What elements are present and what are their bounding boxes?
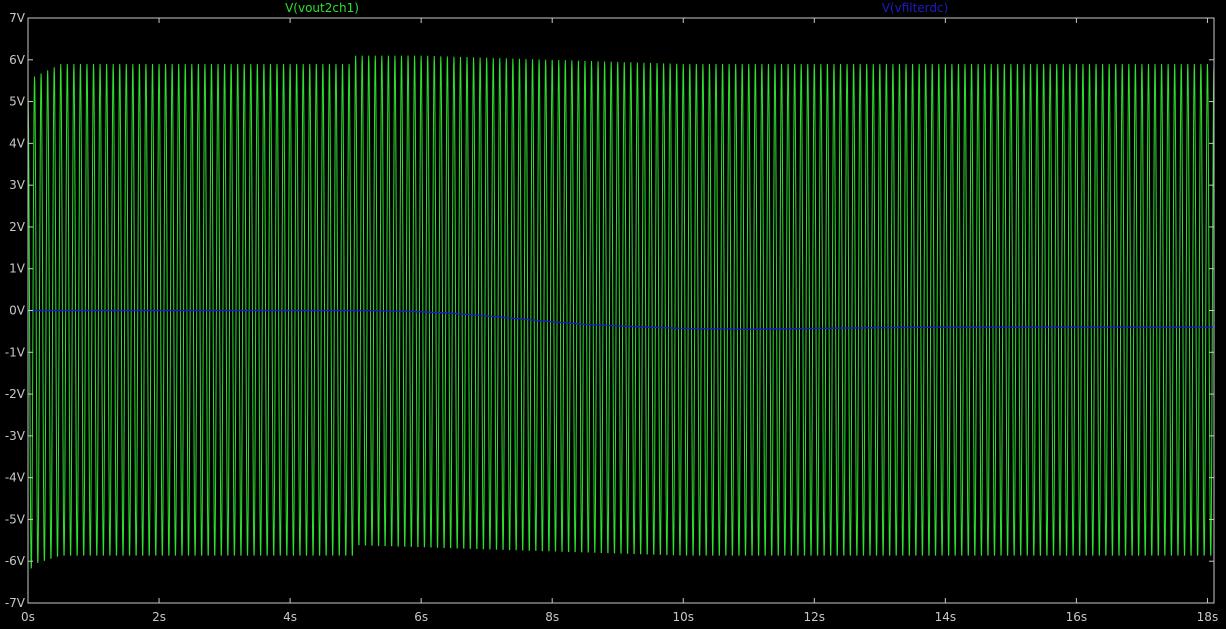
y-tick-label: 0V: [9, 304, 26, 318]
x-tick-label: 18s: [1197, 610, 1219, 624]
y-tick-label: 1V: [9, 262, 26, 276]
y-tick-label: 3V: [9, 178, 26, 192]
trace-label[interactable]: V(vout2ch1): [285, 1, 359, 15]
y-tick-label: -2V: [5, 387, 26, 401]
waveform-plot[interactable]: 0s 2s 4s 6s 8s 10s 12s 14s 16s 18s 7V 6V 5V 4V 3V 2V 1V 0…: [0, 0, 1226, 629]
y-tick-label: -5V: [5, 512, 26, 526]
y-tick-label: -3V: [5, 429, 26, 443]
y-tick-label: -4V: [5, 471, 26, 485]
x-tick-label: 14s: [935, 610, 957, 624]
y-tick-label: -1V: [5, 345, 26, 359]
x-tick-label: 8s: [545, 610, 559, 624]
x-tick-label: 6s: [414, 610, 428, 624]
y-tick-label: 4V: [9, 136, 26, 150]
x-tick-label: 10s: [672, 610, 694, 624]
x-tick-label: 0s: [21, 610, 35, 624]
x-tick-label: 16s: [1066, 610, 1088, 624]
y-tick-label: 2V: [9, 220, 26, 234]
x-tick-label: 2s: [152, 610, 166, 624]
y-tick-label: 6V: [9, 53, 26, 67]
y-tick-label: -7V: [5, 596, 26, 610]
y-tick-label: -6V: [5, 554, 26, 568]
y-tick-label: 7V: [9, 11, 26, 25]
trace-label[interactable]: V(vfilterdc): [882, 1, 949, 15]
y-tick-label: 5V: [9, 95, 26, 109]
x-tick-label: 4s: [283, 610, 297, 624]
x-tick-label: 12s: [804, 610, 826, 624]
